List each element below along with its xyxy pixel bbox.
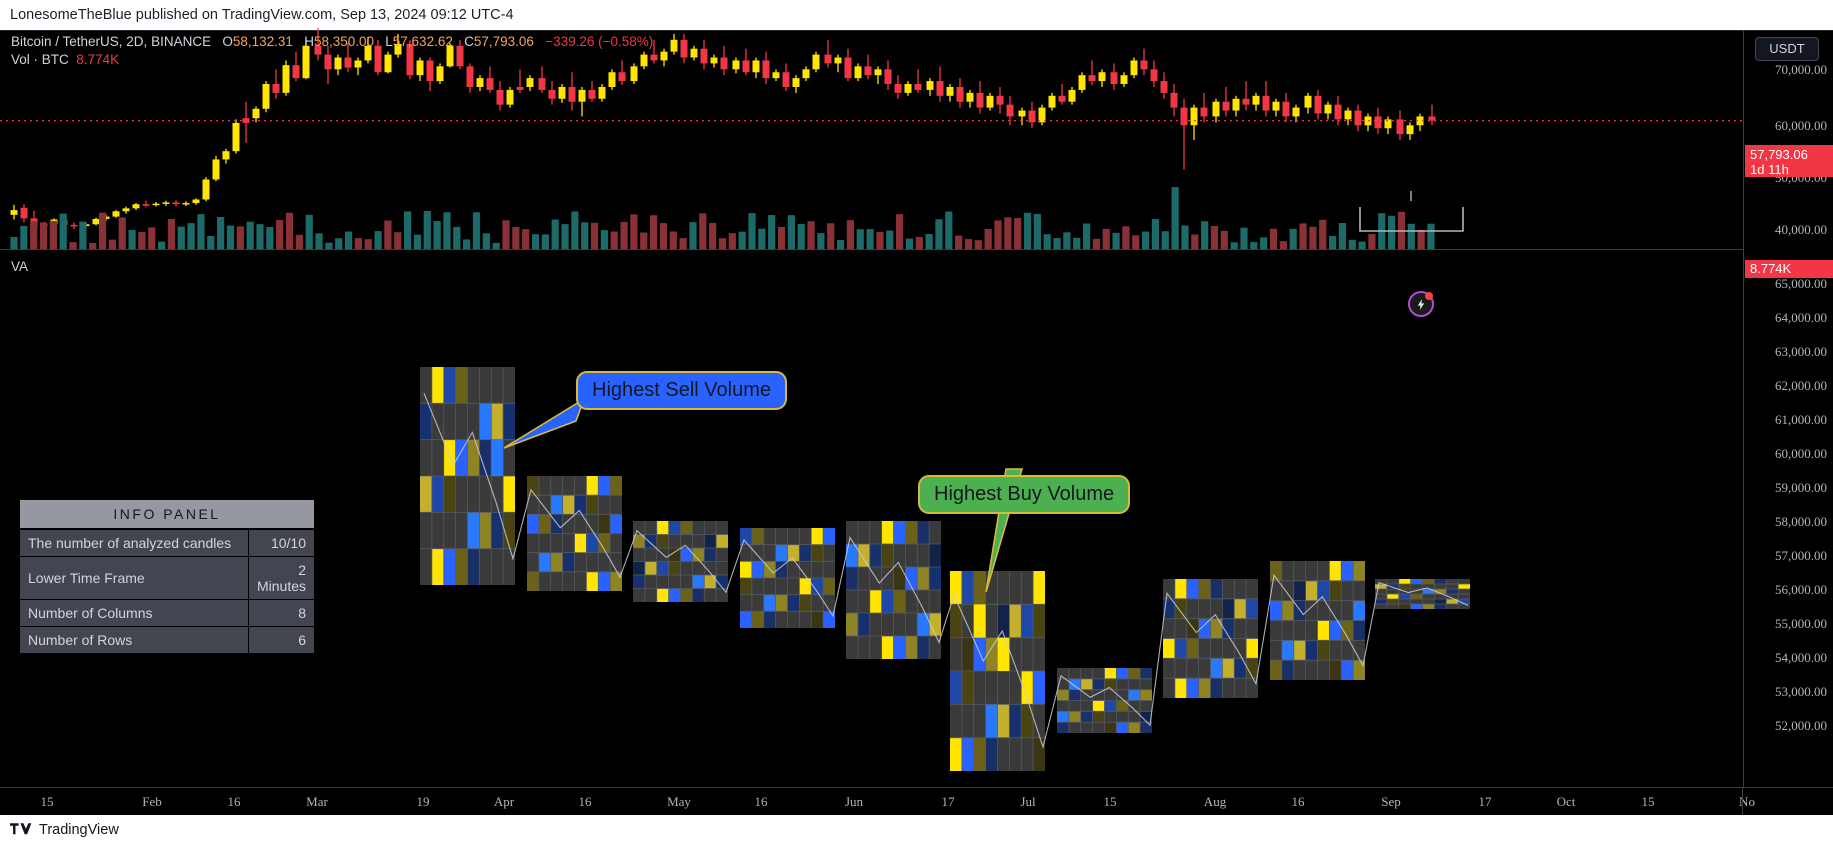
price-scale[interactable]: USDT 70,000.00 60,000.00 50,000.00 40,000.0…: [1743, 31, 1833, 816]
price-tick: 63,000.00: [1775, 344, 1827, 359]
time-tick-label: Jul: [1020, 794, 1036, 809]
price-tick: 62,000.00: [1775, 378, 1827, 393]
time-tick-label: 15: [1641, 794, 1655, 809]
currency-badge[interactable]: USDT: [1755, 37, 1819, 61]
footer-bar: TradingView: [0, 815, 1833, 844]
volume-value-badge[interactable]: 8.774K: [1745, 260, 1833, 278]
last-price-value: 57,793.06: [1750, 147, 1808, 162]
price-tick: 55,000.00: [1775, 616, 1827, 631]
price-tick: 56,000.00: [1775, 582, 1827, 597]
price-tick: 61,000.00: [1775, 412, 1827, 427]
highest-buy-volume-callout[interactable]: Highest Buy Volume: [918, 475, 1131, 514]
time-tick-label: 17: [941, 794, 955, 809]
price-tick: 64,000.00: [1775, 310, 1827, 325]
time-tick-label: May: [667, 794, 691, 809]
price-tick: 40,000.00: [1775, 222, 1827, 237]
time-tick-label: 16: [578, 794, 592, 809]
time-tick-label: Sep: [1381, 794, 1401, 809]
price-tick: 59,000.00: [1775, 480, 1827, 495]
time-tick-label: 16: [227, 794, 241, 809]
price-tick: 53,000.00: [1775, 684, 1827, 699]
time-tick-label: Apr: [493, 794, 515, 809]
time-tick-label: 16: [1291, 794, 1305, 809]
time-tick-label: 17: [1478, 794, 1492, 809]
callout-pointers: [503, 397, 1024, 593]
time-tick-label: Mar: [306, 794, 328, 809]
price-tick: 70,000.00: [1775, 62, 1827, 77]
price-tick: 65,000.00: [1775, 276, 1827, 291]
bar-countdown: 1d 11h: [1750, 162, 1789, 177]
time-axis[interactable]: 15 Feb 16 Mar 19 Apr 16 May 16 Jun 17 Jul 15 Aug 16 Sep…: [0, 787, 1833, 816]
price-tick: 58,000.00: [1775, 514, 1827, 529]
footer-brand-text: TradingView: [39, 821, 119, 838]
price-tick: 57,000.00: [1775, 548, 1827, 563]
time-axis-separator: [1742, 788, 1743, 816]
price-tick: 60,000.00: [1775, 446, 1827, 461]
time-tick-label: Oct: [1556, 794, 1576, 809]
published-by-text: LonesomeTheBlue published on TradingView…: [0, 0, 1833, 30]
time-tick-label: 15: [40, 794, 54, 809]
tradingview-chart-screenshot: LonesomeTheBlue published on TradingView…: [0, 0, 1833, 844]
time-tick-label: Feb: [142, 794, 162, 809]
chart-frame: Bitcoin / TetherUS, 2D, BINANCE O58,132.…: [0, 28, 1833, 816]
time-tick-label: 19: [416, 794, 430, 809]
last-price-badge[interactable]: 57,793.06 1d 11h: [1745, 145, 1833, 177]
price-tick: 54,000.00: [1775, 650, 1827, 665]
price-tick: 60,000.00: [1775, 118, 1827, 133]
tradingview-logo-icon: [10, 822, 32, 837]
highest-sell-volume-callout[interactable]: Highest Sell Volume: [576, 371, 787, 410]
price-tick: 52,000.00: [1775, 718, 1827, 733]
time-tick-label: 15: [1103, 794, 1117, 809]
time-tick-label: Aug: [1203, 794, 1227, 809]
time-tick-label: Jun: [844, 794, 864, 809]
time-tick-label: 16: [754, 794, 768, 809]
